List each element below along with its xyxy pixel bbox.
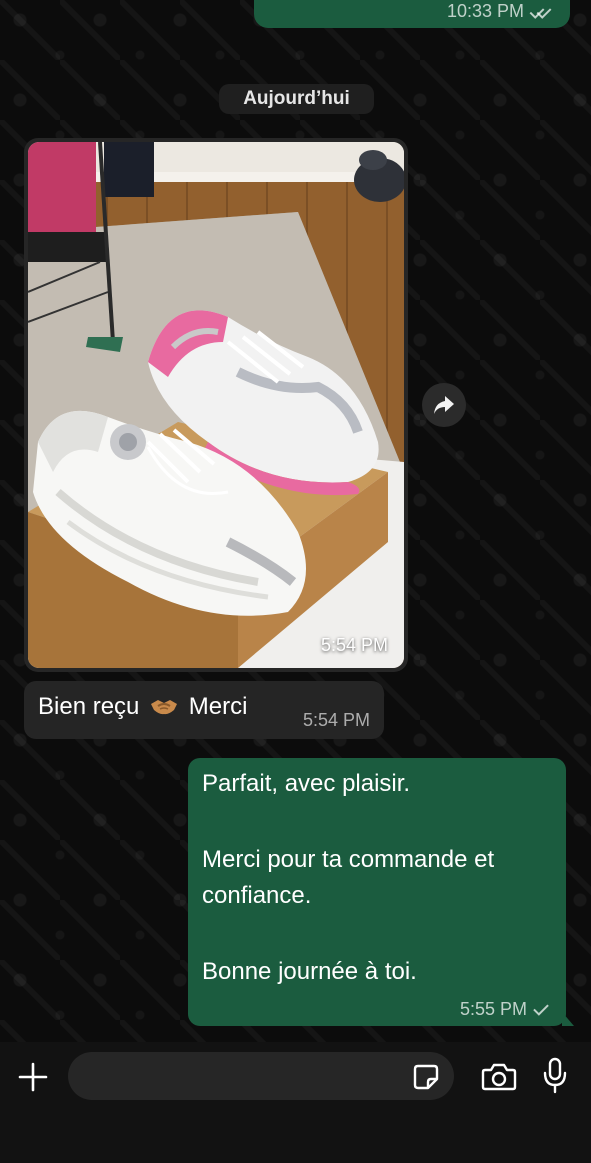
message-time: 10:33 PM [446, 1, 524, 21]
message-line: Bonne journée à toi. [202, 958, 417, 985]
sticker-icon[interactable] [410, 1062, 442, 1092]
message-line: Merci pour ta commande et [202, 846, 495, 873]
plus-icon[interactable] [16, 1060, 50, 1094]
previous-outgoing-message[interactable]: 10:33 PM [254, 0, 570, 28]
incoming-message-text: Bien reçu Merci [38, 693, 247, 721]
bubble-tail [562, 1012, 574, 1026]
message-meta: 10:33 PM [447, 1, 552, 22]
message-composer [0, 1042, 591, 1163]
outgoing-message-time: 5:55 PM [459, 999, 527, 1019]
message-input[interactable] [68, 1052, 454, 1100]
double-check-icon [529, 3, 552, 19]
handshake-icon [151, 699, 178, 714]
message-line: confiance. [202, 882, 312, 909]
check-icon [533, 999, 549, 1016]
incoming-message-time: 5:54 PM [302, 710, 370, 730]
image-message-time: 5:54 PM [320, 635, 388, 655]
message-line: Parfait, avec plaisir. [202, 770, 411, 797]
share-arrow-icon[interactable] [422, 383, 466, 427]
chat-background: 10:33 PM Aujourd’hui 5:54 PM Bien reçu M… [0, 0, 591, 1042]
shoes-photo[interactable]: 5:54 PM [28, 142, 404, 668]
incoming-text-part: Merci [188, 693, 248, 720]
image-message[interactable]: 5:54 PM [24, 138, 408, 672]
outgoing-message[interactable]: Parfait, avec plaisir. Merci pour ta com… [188, 758, 566, 1026]
incoming-message[interactable]: Bien reçu Merci 5:54 PM [24, 681, 384, 739]
camera-icon[interactable] [480, 1060, 518, 1094]
microphone-icon[interactable] [540, 1056, 570, 1096]
date-separator: Aujourd’hui [219, 84, 374, 114]
message-meta: 5:55 PM [459, 999, 549, 1020]
incoming-text-part: Bien reçu [38, 693, 140, 720]
